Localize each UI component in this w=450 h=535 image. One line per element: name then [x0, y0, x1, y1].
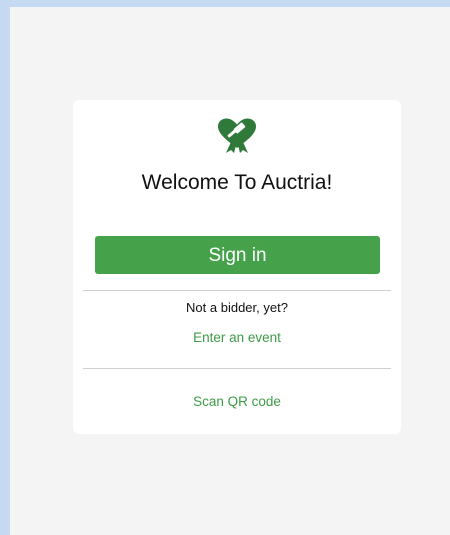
welcome-title: Welcome To Auctria!	[141, 171, 333, 194]
welcome-card: Welcome To Auctria! Sign in Not a bidder…	[73, 100, 401, 434]
not-bidder-prompt: Not a bidder, yet?	[186, 300, 288, 315]
divider	[83, 368, 391, 369]
app-screen: Welcome To Auctria! Sign in Not a bidder…	[10, 7, 450, 535]
sign-in-button[interactable]: Sign in	[95, 236, 380, 274]
enter-event-link[interactable]: Enter an event	[73, 330, 401, 345]
auctria-logo-icon	[217, 118, 257, 154]
scan-qr-code-link[interactable]: Scan QR code	[73, 394, 401, 409]
divider	[83, 290, 391, 291]
